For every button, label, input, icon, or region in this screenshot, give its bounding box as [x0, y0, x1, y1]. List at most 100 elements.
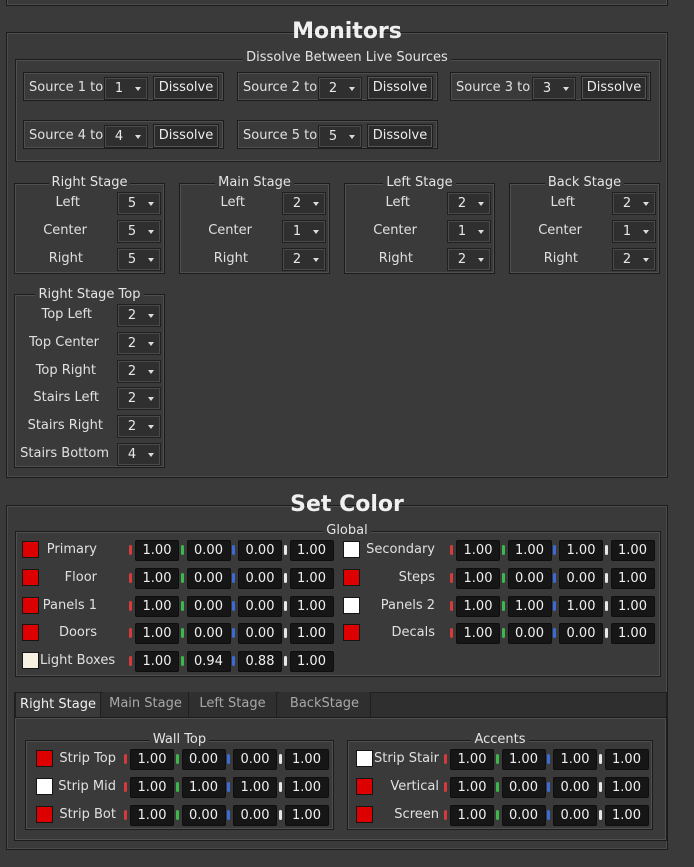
main-stage-left-dropdown[interactable]: 2 — [282, 192, 326, 215]
back-stage-right-dropdown[interactable]: 2 — [612, 248, 656, 271]
primary-g-input[interactable]: 0.00 — [186, 540, 231, 561]
panels-1-swatch[interactable] — [22, 596, 39, 614]
secondary-swatch[interactable] — [343, 541, 360, 558]
strip-bot-r-input[interactable]: 1.00 — [130, 805, 174, 826]
vertical-g-input[interactable]: 0.00 — [501, 777, 546, 798]
rst-top-left-dropdown[interactable]: 2 — [117, 304, 161, 327]
strip-bot-swatch[interactable] — [36, 806, 53, 823]
doors-swatch[interactable] — [22, 624, 39, 642]
source-3-dropdown[interactable]: 3 — [532, 77, 576, 100]
steps-swatch[interactable] — [343, 568, 360, 586]
rst-stairs-right-dropdown[interactable]: 2 — [117, 415, 161, 438]
strip-stair-r-input[interactable]: 1.00 — [450, 749, 494, 770]
rst-stairs-bottom-dropdown[interactable]: 4 — [117, 443, 161, 466]
source-4-dropdown[interactable]: 4 — [104, 125, 148, 148]
panels-1-a-input[interactable]: 1.00 — [289, 595, 334, 617]
tab-left-stage[interactable]: Left Stage — [189, 692, 277, 717]
back-stage-center-dropdown[interactable]: 1 — [612, 220, 656, 243]
rst-stairs-left-dropdown[interactable]: 2 — [117, 387, 161, 410]
panels-1-r-input[interactable]: 1.00 — [135, 595, 179, 617]
primary-swatch[interactable] — [22, 541, 39, 558]
secondary-r-input[interactable]: 1.00 — [456, 540, 500, 561]
light-boxes-b-input[interactable]: 0.88 — [238, 651, 282, 673]
floor-a-input[interactable]: 1.00 — [289, 567, 334, 589]
left-stage-center-dropdown[interactable]: 1 — [447, 220, 491, 243]
strip-mid-swatch[interactable] — [36, 778, 53, 795]
source-5-dropdown[interactable]: 5 — [318, 125, 362, 148]
panels-2-swatch[interactable] — [343, 596, 360, 614]
source-1-dissolve-button[interactable]: Dissolve — [153, 76, 219, 100]
floor-b-input[interactable]: 0.00 — [238, 567, 282, 589]
tab-right-stage[interactable]: Right Stage — [15, 692, 101, 718]
panels-2-g-input[interactable]: 1.00 — [507, 595, 552, 617]
strip-mid-a-input[interactable]: 1.00 — [284, 777, 329, 798]
primary-a-input[interactable]: 1.00 — [289, 540, 334, 561]
decals-g-input[interactable]: 0.00 — [507, 623, 552, 645]
vertical-r-input[interactable]: 1.00 — [450, 777, 494, 798]
strip-top-g-input[interactable]: 0.00 — [181, 749, 226, 770]
source-1-dropdown[interactable]: 1 — [104, 77, 148, 100]
strip-stair-swatch[interactable] — [356, 750, 373, 767]
light-boxes-a-input[interactable]: 1.00 — [289, 651, 334, 673]
vertical-b-input[interactable]: 0.00 — [553, 777, 597, 798]
doors-r-input[interactable]: 1.00 — [135, 623, 179, 645]
tab-back-stage[interactable]: BackStage — [279, 692, 371, 717]
decals-swatch[interactable] — [343, 624, 360, 642]
secondary-g-input[interactable]: 1.00 — [507, 540, 552, 561]
panels-2-r-input[interactable]: 1.00 — [456, 595, 500, 617]
tab-main-stage[interactable]: Main Stage — [103, 692, 189, 717]
strip-stair-b-input[interactable]: 1.00 — [553, 749, 597, 770]
decals-r-input[interactable]: 1.00 — [456, 623, 500, 645]
vertical-swatch[interactable] — [356, 778, 373, 795]
strip-stair-g-input[interactable]: 1.00 — [501, 749, 546, 770]
screen-swatch[interactable] — [356, 806, 373, 823]
steps-a-input[interactable]: 1.00 — [610, 567, 655, 589]
strip-top-swatch[interactable] — [36, 750, 53, 767]
floor-r-input[interactable]: 1.00 — [135, 567, 179, 589]
light-boxes-swatch[interactable] — [22, 652, 39, 670]
screen-a-input[interactable]: 1.00 — [604, 805, 649, 826]
left-stage-left-dropdown[interactable]: 2 — [447, 192, 491, 215]
floor-swatch[interactable] — [22, 568, 39, 586]
left-stage-right-dropdown[interactable]: 2 — [447, 248, 491, 271]
panels-2-a-input[interactable]: 1.00 — [610, 595, 655, 617]
doors-b-input[interactable]: 0.00 — [238, 623, 282, 645]
steps-g-input[interactable]: 0.00 — [507, 567, 552, 589]
secondary-b-input[interactable]: 1.00 — [559, 540, 603, 561]
screen-r-input[interactable]: 1.00 — [450, 805, 494, 826]
right-stage-left-dropdown[interactable]: 5 — [117, 192, 161, 215]
decals-a-input[interactable]: 1.00 — [610, 623, 655, 645]
source-2-dropdown[interactable]: 2 — [318, 77, 362, 100]
strip-bot-g-input[interactable]: 0.00 — [181, 805, 226, 826]
steps-r-input[interactable]: 1.00 — [456, 567, 500, 589]
rst-top-center-dropdown[interactable]: 2 — [117, 332, 161, 355]
strip-bot-a-input[interactable]: 1.00 — [284, 805, 329, 826]
panels-1-b-input[interactable]: 0.00 — [238, 595, 282, 617]
screen-b-input[interactable]: 0.00 — [553, 805, 597, 826]
right-stage-right-dropdown[interactable]: 5 — [117, 248, 161, 271]
panels-1-g-input[interactable]: 0.00 — [186, 595, 231, 617]
secondary-a-input[interactable]: 1.00 — [610, 540, 655, 561]
source-3-dissolve-button[interactable]: Dissolve — [581, 76, 647, 100]
source-5-dissolve-button[interactable]: Dissolve — [367, 124, 433, 148]
panels-2-b-input[interactable]: 1.00 — [559, 595, 603, 617]
strip-top-b-input[interactable]: 0.00 — [233, 749, 277, 770]
doors-a-input[interactable]: 1.00 — [289, 623, 334, 645]
strip-top-a-input[interactable]: 1.00 — [284, 749, 329, 770]
source-2-dissolve-button[interactable]: Dissolve — [367, 76, 433, 100]
vertical-a-input[interactable]: 1.00 — [604, 777, 649, 798]
decals-b-input[interactable]: 0.00 — [559, 623, 603, 645]
main-stage-right-dropdown[interactable]: 2 — [282, 248, 326, 271]
back-stage-left-dropdown[interactable]: 2 — [612, 192, 656, 215]
floor-g-input[interactable]: 0.00 — [186, 567, 231, 589]
light-boxes-r-input[interactable]: 1.00 — [135, 651, 179, 673]
light-boxes-g-input[interactable]: 0.94 — [186, 651, 231, 673]
doors-g-input[interactable]: 0.00 — [186, 623, 231, 645]
source-4-dissolve-button[interactable]: Dissolve — [153, 124, 219, 148]
primary-b-input[interactable]: 0.00 — [238, 540, 282, 561]
right-stage-center-dropdown[interactable]: 5 — [117, 220, 161, 243]
primary-r-input[interactable]: 1.00 — [135, 540, 179, 561]
strip-mid-r-input[interactable]: 1.00 — [130, 777, 174, 798]
strip-top-r-input[interactable]: 1.00 — [130, 749, 174, 770]
main-stage-center-dropdown[interactable]: 1 — [282, 220, 326, 243]
